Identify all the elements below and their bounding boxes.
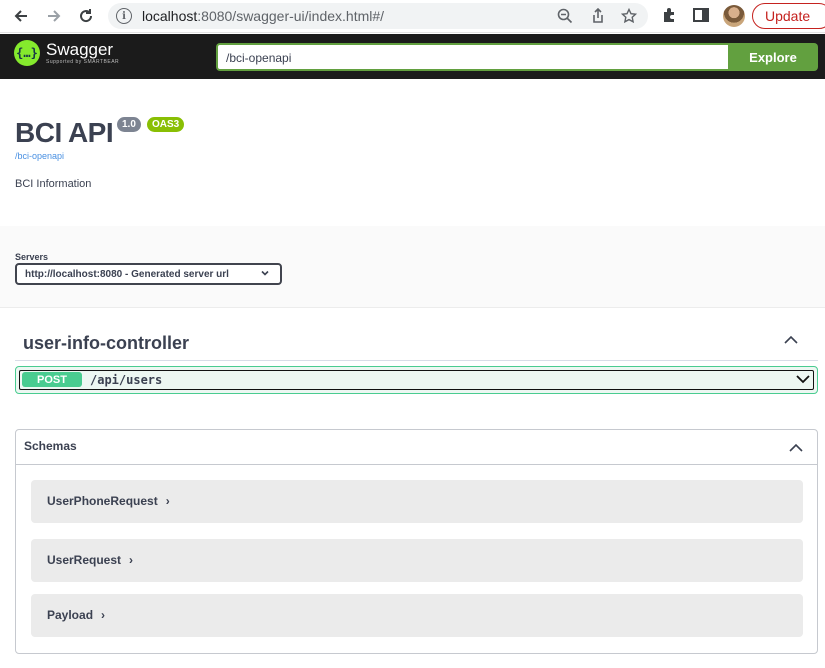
browser-toolbar: i localhost:8080/swagger-ui/index.html#/… bbox=[0, 0, 825, 33]
method-badge: POST bbox=[22, 372, 82, 387]
servers-select[interactable]: http://localhost:8080 - Generated server… bbox=[15, 263, 282, 285]
api-title: BCI API bbox=[15, 117, 114, 148]
api-info: BCI API 1.0 OAS3 /bci-openapi BCI Inform… bbox=[0, 79, 825, 226]
chevron-down-icon[interactable] bbox=[795, 372, 811, 386]
side-panel-icon[interactable] bbox=[692, 6, 712, 26]
schemas-section: Schemas UserPhoneRequest › UserRequest › P… bbox=[15, 429, 818, 654]
schemas-title: Schemas bbox=[24, 439, 77, 453]
model-user-request[interactable]: UserRequest › bbox=[31, 539, 803, 582]
spec-url-input[interactable]: /bci-openapi bbox=[216, 43, 728, 71]
servers-section: Servers http://localhost:8080 - Generate… bbox=[0, 226, 825, 308]
reload-icon[interactable] bbox=[75, 5, 97, 27]
url-host: localhost bbox=[142, 8, 198, 24]
profile-avatar[interactable] bbox=[723, 5, 745, 27]
schemas-header[interactable]: Schemas bbox=[16, 430, 817, 465]
api-description: BCI Information bbox=[15, 178, 92, 190]
logo-subtitle: Supported by SMARTBEAR bbox=[46, 59, 120, 65]
model-name: Payload › bbox=[47, 608, 106, 622]
operation-post-api-users[interactable]: POST /api/users bbox=[15, 366, 818, 394]
oas-badge: OAS3 bbox=[147, 117, 185, 132]
model-name: UserPhoneRequest › bbox=[47, 494, 170, 508]
update-button[interactable]: Update bbox=[752, 3, 825, 29]
model-payload[interactable]: Payload › bbox=[31, 594, 803, 637]
version-badge: 1.0 bbox=[117, 117, 141, 132]
spec-link[interactable]: /bci-openapi bbox=[15, 151, 64, 161]
controller-section: user-info-controller POST /api/users bbox=[0, 309, 825, 429]
swagger-logo[interactable]: {…} Swagger Supported by SMARTBEAR bbox=[14, 40, 119, 66]
operation-path: /api/users bbox=[90, 373, 163, 387]
share-icon[interactable] bbox=[590, 7, 606, 24]
chevron-right-icon: › bbox=[101, 608, 106, 622]
collapse-schemas-icon[interactable] bbox=[788, 441, 804, 453]
chevron-down-icon bbox=[260, 268, 270, 281]
servers-label: Servers bbox=[15, 252, 49, 262]
explore-button[interactable]: Explore bbox=[728, 43, 818, 71]
zoom-icon[interactable] bbox=[557, 8, 573, 24]
collapse-controller-icon[interactable] bbox=[782, 333, 800, 347]
swagger-logo-icon: {…} bbox=[14, 40, 40, 66]
chevron-right-icon: › bbox=[165, 494, 170, 508]
url-path: :8080/swagger-ui/index.html#/ bbox=[197, 8, 385, 24]
bookmark-star-icon[interactable] bbox=[620, 7, 638, 24]
extensions-icon[interactable] bbox=[661, 6, 681, 26]
logo-title: Swagger bbox=[46, 40, 114, 59]
address-url: localhost:8080/swagger-ui/index.html#/ bbox=[142, 8, 384, 24]
address-bar[interactable]: i localhost:8080/swagger-ui/index.html#/ bbox=[108, 3, 648, 29]
controller-title[interactable]: user-info-controller bbox=[23, 333, 189, 354]
back-icon[interactable] bbox=[10, 5, 32, 27]
site-info-icon[interactable]: i bbox=[116, 8, 132, 24]
forward-icon[interactable] bbox=[43, 5, 65, 27]
servers-selected-value: http://localhost:8080 - Generated server… bbox=[25, 269, 229, 280]
model-user-phone-request[interactable]: UserPhoneRequest › bbox=[31, 480, 803, 523]
chevron-right-icon: › bbox=[129, 553, 134, 567]
divider bbox=[15, 360, 818, 361]
model-name: UserRequest › bbox=[47, 553, 134, 567]
